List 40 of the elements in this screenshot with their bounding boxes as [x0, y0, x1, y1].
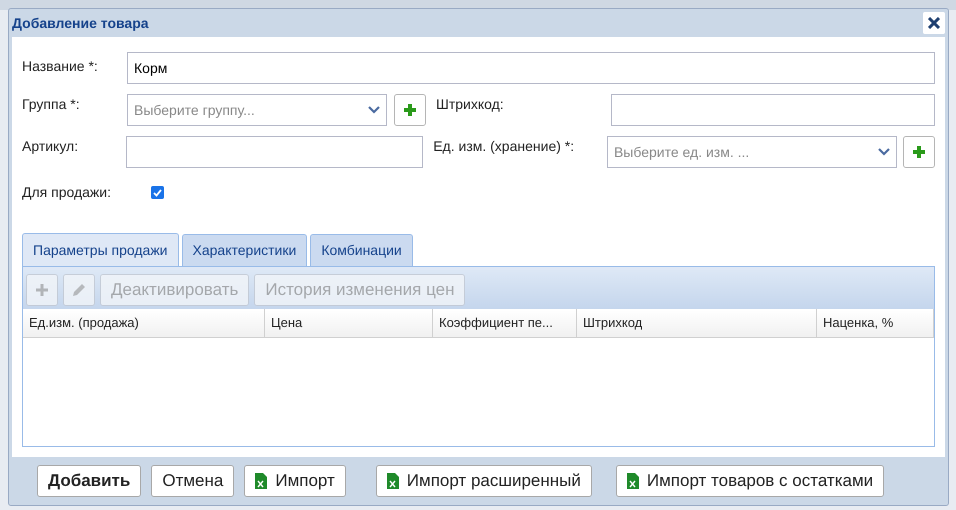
barcode-input[interactable]: [611, 94, 935, 126]
field-label: Штрихкод:: [436, 95, 505, 114]
column-header[interactable]: Цена: [265, 309, 433, 337]
spreadsheet-file-icon: [626, 473, 639, 489]
field-label: Для продажи:: [22, 183, 112, 202]
column-header[interactable]: Коэффициент пе...: [433, 309, 577, 337]
add-button[interactable]: Добавить: [37, 465, 142, 497]
chevron-down-icon: [368, 106, 380, 114]
for-sale-checkbox[interactable]: [151, 186, 164, 199]
pencil-icon: [71, 282, 87, 298]
field-label: Ед. изм. (хранение) *:: [433, 137, 576, 156]
import-button[interactable]: Импорт расширенный: [376, 465, 592, 497]
plus-icon: [403, 103, 417, 117]
cancel-button[interactable]: Отмена: [151, 465, 234, 497]
group-select[interactable]: Выберите группу...: [127, 94, 387, 126]
spreadsheet-file-icon: [255, 473, 268, 489]
plus-icon: [912, 145, 926, 159]
spreadsheet-file-icon: [386, 473, 399, 489]
field-label: Артикул:: [22, 137, 80, 156]
column-header[interactable]: Наценка, %: [817, 309, 934, 337]
window-title: Добавление товара: [12, 14, 149, 33]
name-input[interactable]: Корм: [127, 52, 935, 84]
tab[interactable]: Комбинации: [310, 234, 413, 266]
add-button[interactable]: [394, 94, 426, 126]
close-button[interactable]: [923, 12, 945, 34]
unit-select[interactable]: Выберите ед. изм. ...: [606, 136, 897, 168]
chevron-down-icon: [878, 148, 890, 156]
field-label: Группа *:: [22, 95, 81, 114]
import-button[interactable]: Импорт: [244, 465, 346, 497]
tab[interactable]: Характеристики: [182, 234, 308, 266]
import-button[interactable]: Импорт товаров с остатками: [616, 465, 884, 497]
check-icon: [153, 188, 162, 196]
plus-icon: [35, 282, 49, 296]
column-header[interactable]: Ед.изм. (продажа): [23, 309, 265, 337]
field-label: Название *:: [22, 57, 99, 76]
add-button[interactable]: [902, 136, 935, 168]
article-input[interactable]: [126, 136, 424, 168]
column-header[interactable]: Штрихкод: [577, 309, 817, 337]
close-icon: [928, 17, 940, 29]
tab[interactable]: Параметры продажи: [22, 233, 179, 266]
